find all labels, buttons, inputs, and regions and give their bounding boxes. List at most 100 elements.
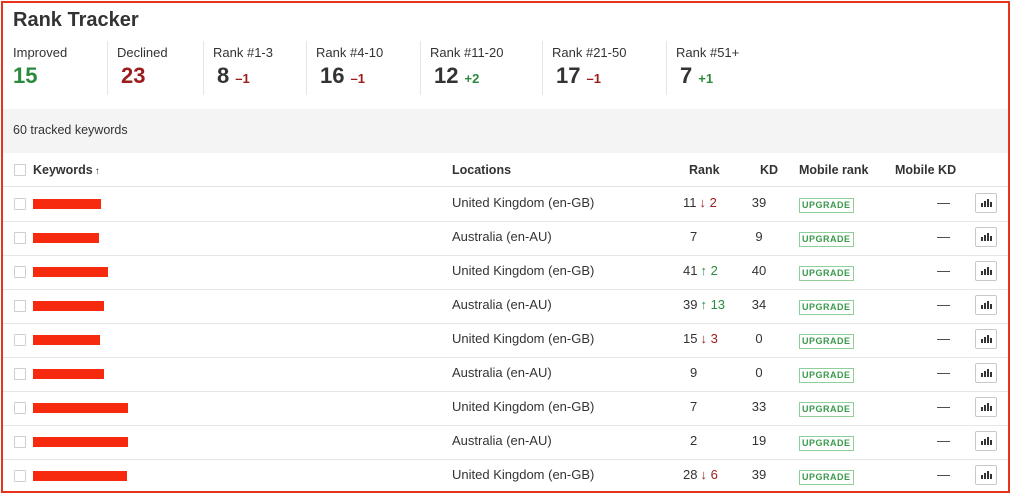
mobile-kd-cell: —: [937, 195, 950, 210]
rank-value: 11: [683, 195, 697, 210]
kd-cell: 19: [751, 433, 767, 448]
kd-cell: 0: [755, 331, 763, 346]
location-cell: United Kingdom (en-GB): [452, 399, 595, 414]
rank-cell: 39 ↑ 13: [683, 297, 725, 312]
column-keywords-label: Keywords: [33, 163, 93, 177]
row-checkbox[interactable]: [14, 198, 26, 210]
rank-cell: 15 ↓ 3: [683, 331, 718, 346]
upgrade-badge[interactable]: UPGRADE: [799, 198, 854, 213]
mobile-kd-cell: —: [937, 297, 950, 312]
location-cell: United Kingdom (en-GB): [452, 331, 595, 346]
table-row[interactable]: Australia (en-AU) 9 0 UPGRADE —: [3, 357, 1008, 392]
rank-value: 41: [683, 263, 698, 278]
divider: [420, 41, 421, 95]
rank-history-button[interactable]: [975, 465, 997, 485]
stat-label: Rank #51+: [676, 45, 740, 60]
stat-delta: –1: [586, 71, 601, 86]
rank-value: 7: [690, 399, 698, 414]
kd-cell: 39: [751, 195, 767, 210]
stat-value: 8: [217, 63, 230, 88]
location-cell: United Kingdom (en-GB): [452, 195, 595, 210]
upgrade-badge[interactable]: UPGRADE: [799, 300, 854, 315]
select-all-checkbox[interactable]: [14, 164, 26, 176]
rank-history-button[interactable]: [975, 431, 997, 451]
divider: [666, 41, 667, 95]
kd-cell: 33: [751, 399, 767, 414]
rank-history-button[interactable]: [975, 261, 997, 281]
location-cell: United Kingdom (en-GB): [452, 467, 595, 482]
rank-cell: 7: [690, 399, 697, 414]
upgrade-badge[interactable]: UPGRADE: [799, 368, 854, 383]
divider: [203, 41, 204, 95]
stat-delta: +2: [464, 71, 480, 86]
row-checkbox[interactable]: [14, 436, 26, 448]
redacted-keyword: [33, 369, 104, 379]
table-header: Keywords ↑ Locations Rank KD Mobile rank …: [3, 153, 1008, 187]
rank-cell: 2: [690, 433, 697, 448]
upgrade-badge[interactable]: UPGRADE: [799, 436, 854, 451]
redacted-keyword: [33, 301, 104, 311]
row-checkbox[interactable]: [14, 266, 26, 278]
stats-bar: Improved 15 Declined 23 Rank #1-3 8 –1 Ra…: [3, 41, 1008, 101]
stat-value-group: 17 –1: [556, 63, 601, 89]
row-checkbox[interactable]: [14, 402, 26, 414]
row-checkbox[interactable]: [14, 334, 26, 346]
stat-label: Rank #21-50: [552, 45, 627, 60]
rank-cell: 28 ↓ 6: [683, 467, 718, 482]
location-cell: Australia (en-AU): [452, 433, 552, 448]
rank-down-change: ↓ 6: [700, 467, 718, 482]
stat-value-group: 12 +2: [434, 63, 479, 89]
upgrade-badge[interactable]: UPGRADE: [799, 402, 854, 417]
redacted-keyword: [33, 471, 127, 481]
row-checkbox[interactable]: [14, 232, 26, 244]
location-cell: Australia (en-AU): [452, 229, 552, 244]
rank-history-button[interactable]: [975, 227, 997, 247]
column-keywords[interactable]: Keywords ↑: [33, 163, 100, 177]
stat-value-group: 7 +1: [680, 63, 713, 89]
stat-label: Declined: [117, 45, 168, 60]
rank-value: 39: [683, 297, 698, 312]
stat-value: 7: [680, 63, 693, 88]
upgrade-badge[interactable]: UPGRADE: [799, 232, 854, 247]
rank-value: 28: [683, 467, 698, 482]
rank-history-button[interactable]: [975, 329, 997, 349]
table-row[interactable]: Australia (en-AU) 2 19 UPGRADE —: [3, 425, 1008, 460]
table-row[interactable]: United Kingdom (en-GB) 28 ↓ 6 39 UPGRADE —: [3, 459, 1008, 491]
tracked-count: 60 tracked keywords: [13, 123, 128, 137]
location-cell: United Kingdom (en-GB): [452, 263, 595, 278]
upgrade-badge[interactable]: UPGRADE: [799, 266, 854, 281]
table-row[interactable]: Australia (en-AU) 39 ↑ 13 34 UPGRADE —: [3, 289, 1008, 324]
rank-history-button[interactable]: [975, 363, 997, 383]
table-row[interactable]: Australia (en-AU) 7 9 UPGRADE —: [3, 221, 1008, 256]
rank-history-button[interactable]: [975, 295, 997, 315]
sort-arrow-icon: ↑: [94, 166, 100, 177]
redacted-keyword: [33, 199, 101, 209]
stat-delta: –1: [235, 71, 250, 86]
rank-history-button[interactable]: [975, 397, 997, 417]
table-row[interactable]: United Kingdom (en-GB) 11 ↓ 2 39 UPGRADE —: [3, 187, 1008, 222]
stat-label: Improved: [13, 45, 68, 60]
rank-down-change: ↓ 2: [699, 195, 717, 210]
upgrade-badge[interactable]: UPGRADE: [799, 334, 854, 349]
table-row[interactable]: United Kingdom (en-GB) 15 ↓ 3 0 UPGRADE —: [3, 323, 1008, 358]
rank-value: 7: [690, 229, 698, 244]
stat-delta: –1: [350, 71, 365, 86]
table-row[interactable]: United Kingdom (en-GB) 7 33 UPGRADE —: [3, 391, 1008, 426]
rank-history-button[interactable]: [975, 193, 997, 213]
upgrade-badge[interactable]: UPGRADE: [799, 470, 854, 485]
table-row[interactable]: United Kingdom (en-GB) 41 ↑ 2 40 UPGRADE —: [3, 255, 1008, 290]
column-locations[interactable]: Locations: [452, 163, 511, 177]
stat-value: 12: [434, 63, 459, 88]
row-checkbox[interactable]: [14, 470, 26, 482]
mobile-kd-cell: —: [937, 467, 950, 482]
mobile-kd-cell: —: [937, 433, 950, 448]
redacted-keyword: [33, 233, 99, 243]
rank-down-change: ↓ 3: [700, 331, 718, 346]
kd-cell: 9: [755, 229, 763, 244]
row-checkbox[interactable]: [14, 300, 26, 312]
column-mobile-rank[interactable]: Mobile rank: [799, 163, 868, 177]
column-kd[interactable]: KD: [760, 163, 778, 177]
column-mobile-kd[interactable]: Mobile KD: [895, 163, 956, 177]
column-rank[interactable]: Rank: [689, 163, 720, 177]
row-checkbox[interactable]: [14, 368, 26, 380]
